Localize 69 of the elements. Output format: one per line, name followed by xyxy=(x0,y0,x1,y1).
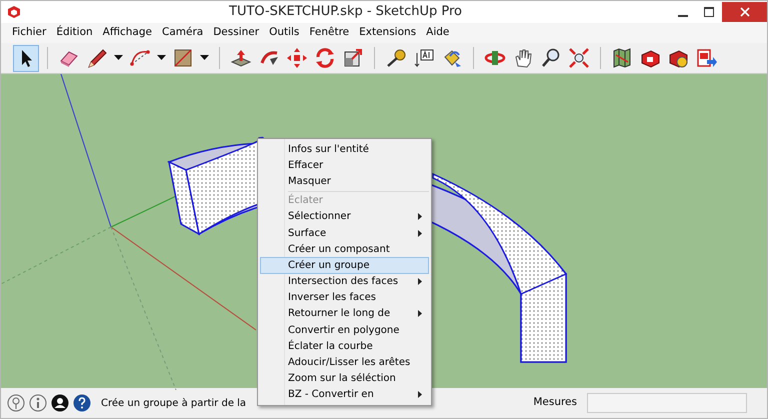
measurements-label: Mesures xyxy=(533,395,577,410)
context-menu-item[interactable]: Masquer xyxy=(260,173,429,190)
menu-item-label: Éclater xyxy=(288,193,323,208)
menu-item[interactable]: Édition xyxy=(51,25,98,41)
user-icon[interactable] xyxy=(51,394,69,412)
menu-item-label: Créer un groupe xyxy=(288,258,370,273)
rectangle-icon xyxy=(172,47,194,69)
move-icon xyxy=(286,47,308,69)
context-menu-item[interactable]: Créer un composant xyxy=(260,241,429,258)
caret-icon[interactable] xyxy=(112,55,125,61)
select-arrow-tool-button[interactable] xyxy=(13,44,39,72)
context-menu-item[interactable]: Intersection des faces xyxy=(260,274,429,290)
search-icon xyxy=(540,47,562,69)
menu-item[interactable]: Caméra xyxy=(157,25,208,41)
minimize-icon xyxy=(678,15,688,17)
caret-icon[interactable] xyxy=(155,55,168,61)
menu-item-label: Surface xyxy=(288,226,326,241)
menu-item[interactable]: Aide xyxy=(421,25,454,41)
menu-item[interactable]: Dessiner xyxy=(208,25,264,41)
context-menu-item[interactable]: Effacer xyxy=(260,157,429,174)
menu-item[interactable]: Outils xyxy=(264,25,304,41)
text-label-icon xyxy=(413,47,435,69)
menu-item[interactable]: Extensions xyxy=(354,25,422,41)
context-menu-item[interactable]: Adoucir/Lisser les arêtes xyxy=(260,354,429,371)
context-menu-item[interactable]: Sélectionner xyxy=(260,208,429,225)
menu-item-label: Convertir en polygone xyxy=(288,324,400,338)
menu-item-label: Masquer xyxy=(288,174,331,189)
context-menu-item[interactable]: Retourner le long de xyxy=(260,306,429,322)
map-icon xyxy=(611,47,633,69)
menu-item[interactable]: Fenêtre xyxy=(304,25,354,41)
context-menu-item[interactable]: Créer un groupe xyxy=(260,257,429,274)
menu-item-label: Éclater la courbe xyxy=(288,338,373,354)
share-icon xyxy=(695,47,717,69)
info-icon[interactable] xyxy=(29,394,47,412)
context-menu-item[interactable]: Éclater la courbe xyxy=(260,338,429,354)
pencil-icon xyxy=(86,47,108,69)
menu-item-label: Adoucir/Lisser les arêtes xyxy=(288,356,410,370)
context-menu-item[interactable]: Convertir en polygone xyxy=(260,322,429,338)
context-menu-item[interactable]: Zoom sur la séléction xyxy=(260,370,429,387)
maximize-icon xyxy=(704,7,714,17)
status-message: Crée un groupe à partir de la xyxy=(101,396,246,410)
tape-measure-icon xyxy=(385,47,407,69)
menu-item-label: Infos sur l'entité xyxy=(288,142,369,157)
close-icon xyxy=(740,7,750,17)
menu-item-label: Sélectionner xyxy=(288,210,351,224)
context-menu-item[interactable]: Surface xyxy=(260,224,429,242)
measurements-field[interactable] xyxy=(587,393,747,413)
scale-icon xyxy=(342,47,364,69)
arc-icon xyxy=(129,47,151,69)
menu-item-label: Intersection des faces xyxy=(288,275,398,290)
menu-item[interactable]: Affichage xyxy=(98,25,157,41)
caret-icon[interactable] xyxy=(198,55,211,61)
window-title: TUTO-SKETCHUP.skp - SketchUp Pro xyxy=(228,3,463,22)
menu-item-label: Effacer xyxy=(288,158,324,173)
location-pin-icon[interactable] xyxy=(7,394,25,412)
menu-item-label: Créer un composant xyxy=(288,242,390,257)
menu-item-label: Inverser les faces xyxy=(288,291,376,306)
context-menu-item[interactable]: BZ - Convertir en xyxy=(260,386,429,403)
menu-item-label: BZ - Convertir en xyxy=(288,388,374,402)
zoom-extents-icon xyxy=(568,47,590,69)
context-menu-item[interactable]: Inverser les faces xyxy=(260,290,429,306)
help-icon[interactable] xyxy=(73,394,91,412)
menu-item[interactable]: Fichier xyxy=(7,25,52,41)
app-logo-icon xyxy=(7,5,21,19)
rotate-icon xyxy=(314,47,336,69)
menu-item-label: Zoom sur la séléction xyxy=(288,372,396,386)
menu-item-label: Retourner le long de xyxy=(288,307,390,322)
context-menu-item[interactable]: Infos sur l'entité xyxy=(260,141,429,158)
close-button[interactable] xyxy=(722,2,767,22)
